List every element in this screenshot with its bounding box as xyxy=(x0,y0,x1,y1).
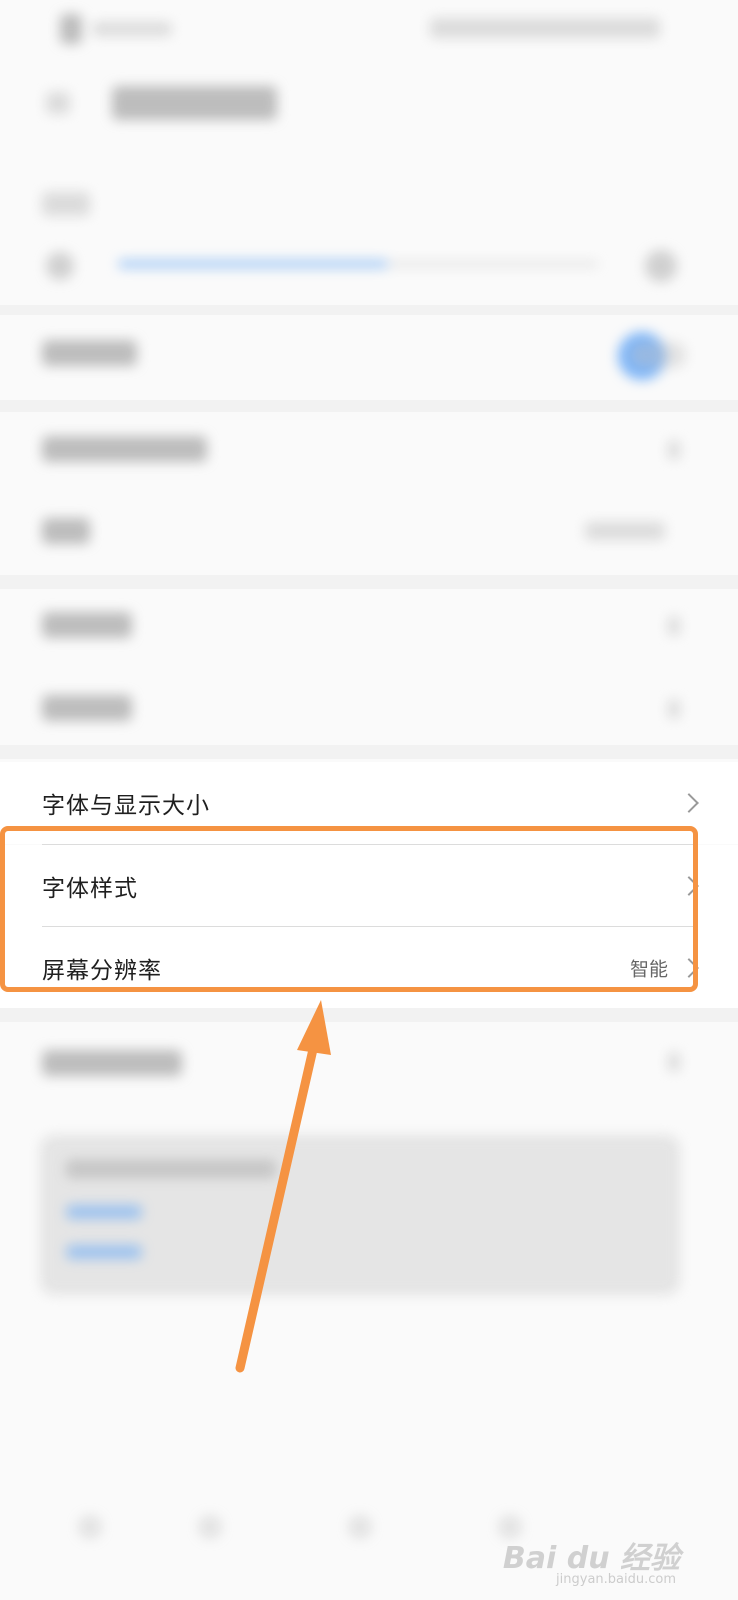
watermark-logo: Bai du 经验 xyxy=(502,1541,680,1576)
arrow-up-icon xyxy=(235,1000,331,1373)
watermark-url: jingyan.baidu.com xyxy=(556,1572,676,1587)
